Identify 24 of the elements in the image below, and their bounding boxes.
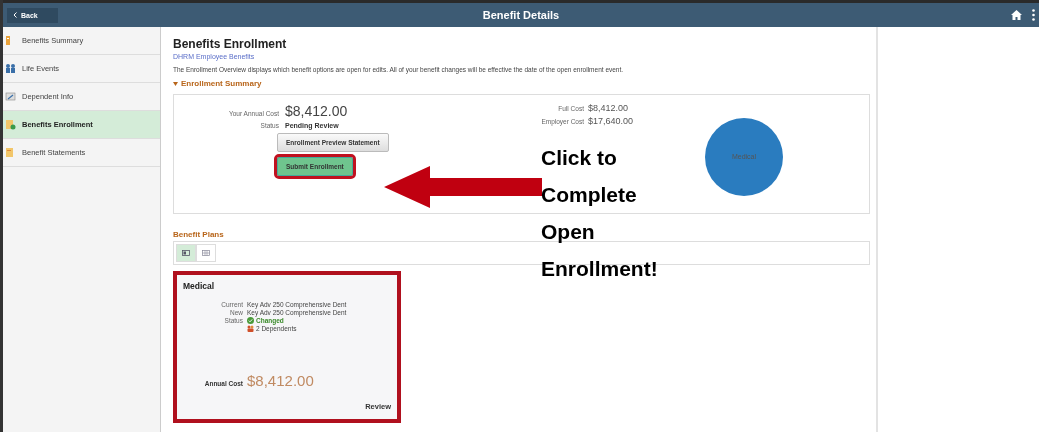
cost-value: $8,412.00 [247,372,315,389]
page-heading: Benefits Enrollment [173,37,288,51]
field-value: $8,412.00 [588,103,630,113]
tiles-icon [182,250,190,256]
people-icon [247,325,254,332]
page-title: Benefit Details [482,9,560,21]
field-value: $17,640.00 [588,116,635,126]
home-icon[interactable] [1011,10,1022,20]
section-heading: Benefit Plans [173,230,224,239]
people-icon [5,63,16,74]
more-icon[interactable] [1032,9,1035,21]
card-title: Medical [183,281,216,291]
field-value: $8,412.00 [285,103,349,119]
chevron-icon [13,12,17,18]
document-icon [5,147,16,158]
view-toggle[interactable] [196,244,216,262]
callout-text: Click to Complete Open Enrollment! [541,145,659,282]
view-toggle[interactable] [176,244,196,262]
check-icon [247,317,254,324]
caret-icon [173,81,178,86]
card-icon [5,91,16,102]
document-icon [5,119,16,130]
section-toggle[interactable]: Enrollment Summary [173,79,870,88]
grid-icon [202,250,210,256]
